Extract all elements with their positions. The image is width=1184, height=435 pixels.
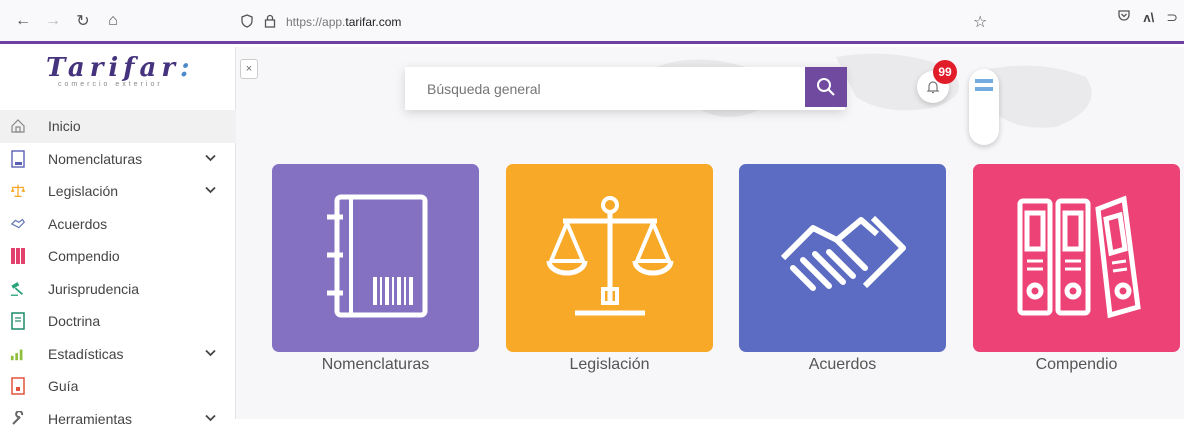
gavel-icon bbox=[10, 281, 26, 297]
tarifar-logo[interactable]: Tarifar: comercio exterior bbox=[46, 53, 196, 99]
sidebar-item-legislacion[interactable]: Legislación bbox=[0, 175, 236, 208]
address-bar[interactable]: https://app.tarifar.com bbox=[240, 8, 1020, 36]
card-nomenclaturas[interactable] bbox=[272, 164, 479, 352]
chevron-down-icon[interactable] bbox=[205, 153, 216, 165]
sidebar-item-label: Jurisprudencia bbox=[48, 281, 139, 297]
search-input[interactable] bbox=[405, 67, 805, 110]
sidebar-item-estadisticas[interactable]: Estadísticas bbox=[0, 338, 236, 371]
notification-count-badge: 99 bbox=[933, 60, 957, 84]
sidebar-item-label: Legislación bbox=[48, 183, 118, 199]
binders-icon bbox=[10, 248, 26, 264]
sidebar-item-label: Estadísticas bbox=[48, 346, 123, 362]
pocket-icon[interactable] bbox=[1117, 8, 1131, 27]
search-button[interactable] bbox=[805, 67, 847, 107]
sidebar-item-guia[interactable]: Guía bbox=[0, 370, 236, 403]
home-icon bbox=[10, 118, 26, 134]
bookmark-star-icon[interactable]: ☆ bbox=[973, 12, 987, 32]
search-bar bbox=[405, 67, 845, 110]
browser-nav: ← → ↻ ⌂ bbox=[10, 8, 126, 34]
search-icon bbox=[816, 77, 836, 97]
book-barcode-icon bbox=[321, 191, 431, 326]
argentina-flag-icon bbox=[975, 79, 993, 91]
back-arrow-icon[interactable]: ← bbox=[10, 8, 36, 34]
sidebar: Tarifar: comercio exterior Inicio Nomencl… bbox=[0, 47, 236, 419]
card-acuerdos[interactable] bbox=[739, 164, 946, 352]
document-icon bbox=[10, 313, 26, 329]
sidebar-item-acuerdos[interactable]: Acuerdos bbox=[0, 208, 236, 241]
sidebar-item-doctrina[interactable]: Doctrina bbox=[0, 305, 236, 338]
sidebar-item-nomenclaturas[interactable]: Nomenclaturas bbox=[0, 143, 236, 176]
book-icon bbox=[10, 151, 26, 167]
browser-toolbar: ← → ↻ ⌂ https://app.tarifar.com ☆ ʌ\ ⊃ bbox=[0, 0, 1184, 44]
sidebar-item-label: Acuerdos bbox=[48, 216, 107, 232]
sidebar-item-label: Inicio bbox=[48, 118, 81, 134]
chart-icon bbox=[10, 346, 26, 362]
scale-icon bbox=[10, 183, 26, 199]
sidebar-item-label: Nomenclaturas bbox=[48, 151, 142, 167]
binders-icon bbox=[1012, 191, 1142, 326]
guide-icon bbox=[10, 378, 26, 394]
sidebar-item-compendio[interactable]: Compendio bbox=[0, 240, 236, 273]
forward-arrow-icon[interactable]: → bbox=[40, 8, 66, 34]
shield-icon bbox=[240, 14, 254, 31]
chevron-down-icon[interactable] bbox=[205, 348, 216, 360]
lock-icon bbox=[264, 14, 276, 31]
url-text: https://app.tarifar.com bbox=[286, 15, 401, 29]
language-selector[interactable] bbox=[969, 69, 999, 145]
sidebar-item-label: Compendio bbox=[48, 248, 120, 264]
puzzle-icon[interactable]: ⊃ bbox=[1166, 9, 1178, 26]
card-label[interactable]: Legislación bbox=[506, 356, 713, 374]
sidebar-item-inicio[interactable]: Inicio bbox=[0, 110, 236, 143]
sidebar-item-label: Guía bbox=[48, 378, 78, 394]
handshake-icon bbox=[10, 216, 26, 232]
main-content: × 99 Nomenclaturas Legislación Acuerdos Com… bbox=[236, 47, 1184, 419]
close-panel-button[interactable]: × bbox=[240, 59, 258, 79]
reload-icon[interactable]: ↻ bbox=[70, 8, 96, 34]
home-icon[interactable]: ⌂ bbox=[100, 8, 126, 34]
extension-icon[interactable]: ʌ\ bbox=[1143, 10, 1154, 25]
sidebar-item-label: Doctrina bbox=[48, 313, 100, 329]
scale-icon bbox=[545, 191, 675, 326]
card-label[interactable]: Acuerdos bbox=[739, 356, 946, 374]
chevron-down-icon[interactable] bbox=[205, 185, 216, 197]
handshake-icon bbox=[773, 196, 913, 321]
sidebar-item-jurisprudencia[interactable]: Jurisprudencia bbox=[0, 273, 236, 306]
card-label[interactable]: Compendio bbox=[973, 356, 1180, 374]
card-label[interactable]: Nomenclaturas bbox=[272, 356, 479, 374]
card-compendio[interactable] bbox=[973, 164, 1180, 352]
sidebar-menu: Inicio Nomenclaturas Legislación Acuerdos Co… bbox=[0, 110, 236, 435]
card-legislacion[interactable] bbox=[506, 164, 713, 352]
